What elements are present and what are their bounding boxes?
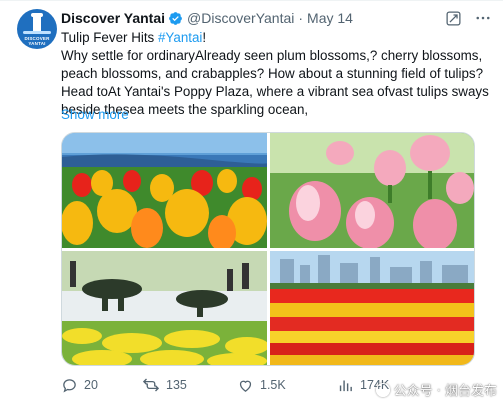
heart-icon bbox=[239, 380, 252, 392]
user-handle[interactable]: @DiscoverYantai bbox=[187, 10, 294, 26]
like-count: 1.5K bbox=[260, 378, 286, 392]
tulip-photo-red-yellow-waterfront[interactable] bbox=[62, 133, 267, 248]
tweet-line: Why settle for ordinaryAlready seen plum… bbox=[61, 48, 483, 63]
tweet-date[interactable]: May 14 bbox=[307, 10, 353, 26]
watermark: 公众号 · 烟台发布 bbox=[375, 380, 497, 399]
tweet-title-line: Tulip Fever Hits #Yantai! bbox=[61, 29, 491, 47]
avatar-label: DISCOVER YANTAI bbox=[24, 36, 50, 46]
wave-icon bbox=[23, 31, 51, 34]
show-more-link[interactable]: Show more bbox=[61, 107, 129, 122]
watermark-text: 公众号 · 烟台发布 bbox=[393, 384, 497, 399]
wechat-logo-icon bbox=[375, 382, 390, 397]
display-name[interactable]: Discover Yantai bbox=[61, 10, 165, 26]
retweet-button[interactable]: 135 bbox=[142, 375, 187, 395]
tweet-header: Discover Yantai @DiscoverYantai · May 14 bbox=[61, 9, 353, 27]
retweet-icon bbox=[142, 378, 160, 392]
verified-badge-icon bbox=[168, 11, 183, 26]
avatar[interactable]: DISCOVER YANTAI bbox=[17, 9, 57, 49]
tulip-photo-plaza-sculpture[interactable] bbox=[62, 251, 267, 365]
tulip-photo-red-yellow-field-city[interactable] bbox=[270, 251, 474, 365]
tweet-line: peach blossoms, and crabapples? How abou… bbox=[61, 66, 484, 81]
tweet-title: Tulip Fever Hits bbox=[61, 30, 158, 45]
tulip-photo-pink-closeup[interactable] bbox=[270, 133, 474, 248]
separator-dot: · bbox=[298, 10, 304, 26]
tweet-line: Head toAt Yantai's Poppy Plaza, where a … bbox=[61, 84, 489, 99]
more-options-icon[interactable] bbox=[473, 8, 493, 28]
tweet[interactable]: DISCOVER YANTAI Discover Yantai @Discove… bbox=[0, 0, 503, 407]
views-icon bbox=[339, 380, 352, 391]
title-suffix: ! bbox=[202, 30, 207, 45]
grok-icon[interactable] bbox=[443, 8, 463, 28]
hashtag-link[interactable]: #Yantai bbox=[158, 30, 202, 45]
reply-count: 20 bbox=[84, 378, 98, 392]
like-button[interactable]: 1.5K bbox=[237, 375, 286, 395]
retweet-count: 135 bbox=[166, 378, 187, 392]
media-grid bbox=[61, 132, 475, 366]
reply-icon bbox=[63, 378, 76, 392]
tweet-text: Tulip Fever Hits #Yantai! Why settle for… bbox=[61, 29, 491, 119]
tweet-top-actions bbox=[443, 8, 493, 28]
lighthouse-icon bbox=[33, 15, 41, 31]
reply-button[interactable]: 20 bbox=[61, 375, 98, 395]
